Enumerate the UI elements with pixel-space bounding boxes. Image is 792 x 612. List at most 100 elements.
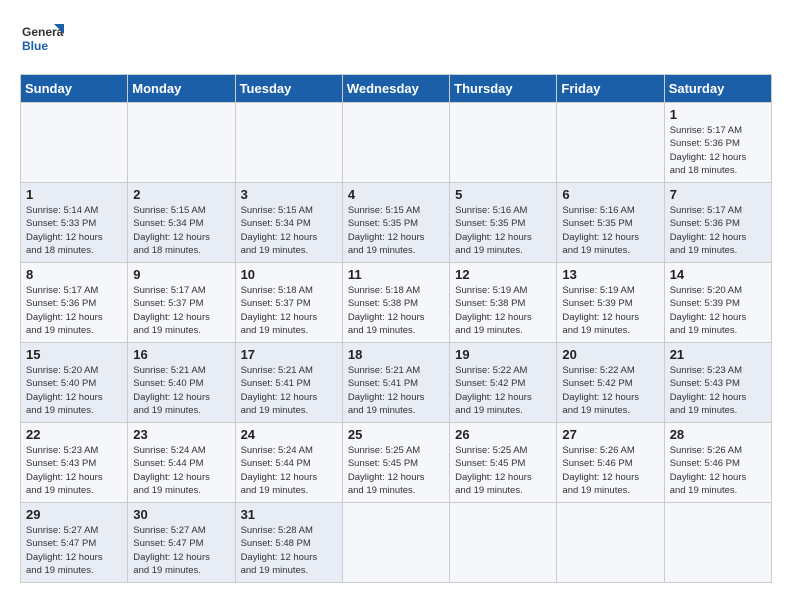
calendar-week-row: 1Sunrise: 5:14 AM Sunset: 5:33 PM Daylig… xyxy=(21,183,772,263)
day-number: 29 xyxy=(26,507,122,522)
day-header-thursday: Thursday xyxy=(450,75,557,103)
day-number: 23 xyxy=(133,427,229,442)
day-number: 19 xyxy=(455,347,551,362)
calendar-cell: 9 Sunrise: 5:17 AM Sunset: 5:37 PM Daylig… xyxy=(128,263,235,343)
day-number: 30 xyxy=(133,507,229,522)
calendar-cell: 31 Sunrise: 5:28 AM Sunset: 5:48 PM Dayli… xyxy=(235,503,342,583)
day-info: Sunrise: 5:18 AM Sunset: 5:37 PM Dayligh… xyxy=(241,284,337,337)
calendar-cell: 1Sunrise: 5:17 AM Sunset: 5:36 PM Daylig… xyxy=(664,103,771,183)
calendar-cell xyxy=(557,503,664,583)
day-header-sunday: Sunday xyxy=(21,75,128,103)
day-info: Sunrise: 5:15 AM Sunset: 5:35 PM Dayligh… xyxy=(348,204,444,257)
calendar-header-row: SundayMondayTuesdayWednesdayThursdayFrid… xyxy=(21,75,772,103)
calendar-cell: 30 Sunrise: 5:27 AM Sunset: 5:47 PM Dayli… xyxy=(128,503,235,583)
day-info: Sunrise: 5:16 AM Sunset: 5:35 PM Dayligh… xyxy=(562,204,658,257)
calendar-week-row: 8 Sunrise: 5:17 AM Sunset: 5:36 PM Daylig… xyxy=(21,263,772,343)
calendar-body: 1 Sunrise: 5:17 AM Sunset: 5:36 PM Daylig… xyxy=(21,103,772,583)
day-number: 25 xyxy=(348,427,444,442)
day-info: Sunrise: 5:17 AM Sunset: 5:37 PM Dayligh… xyxy=(133,284,229,337)
calendar-cell xyxy=(21,103,128,183)
calendar-cell: 29 Sunrise: 5:27 AM Sunset: 5:47 PM Dayli… xyxy=(21,503,128,583)
calendar-cell: 27 Sunrise: 5:26 AM Sunset: 5:46 PM Dayli… xyxy=(557,423,664,503)
day-header-tuesday: Tuesday xyxy=(235,75,342,103)
calendar-cell: 20 Sunrise: 5:22 AM Sunset: 5:42 PM Dayli… xyxy=(557,343,664,423)
calendar-cell: 11Sunrise: 5:18 AM Sunset: 5:38 PM Dayli… xyxy=(342,263,449,343)
day-number: 24 xyxy=(241,427,337,442)
day-info: Sunrise: 5:27 AM Sunset: 5:47 PM Dayligh… xyxy=(133,524,229,577)
calendar-cell: 22Sunrise: 5:23 AM Sunset: 5:43 PM Dayli… xyxy=(21,423,128,503)
day-number: 27 xyxy=(562,427,658,442)
calendar-cell xyxy=(128,103,235,183)
day-info: Sunrise: 5:20 AM Sunset: 5:39 PM Dayligh… xyxy=(670,284,766,337)
calendar-cell xyxy=(342,503,449,583)
logo-container: General Blue xyxy=(20,20,64,64)
calendar-cell: 1Sunrise: 5:14 AM Sunset: 5:33 PM Daylig… xyxy=(21,183,128,263)
day-number: 9 xyxy=(133,267,229,282)
day-info: Sunrise: 5:24 AM Sunset: 5:44 PM Dayligh… xyxy=(133,444,229,497)
calendar-cell: 19 Sunrise: 5:22 AM Sunset: 5:42 PM Dayli… xyxy=(450,343,557,423)
calendar-cell: 21Sunrise: 5:23 AM Sunset: 5:43 PM Dayli… xyxy=(664,343,771,423)
day-number: 26 xyxy=(455,427,551,442)
day-info: Sunrise: 5:25 AM Sunset: 5:45 PM Dayligh… xyxy=(348,444,444,497)
day-info: Sunrise: 5:19 AM Sunset: 5:38 PM Dayligh… xyxy=(455,284,551,337)
calendar-cell xyxy=(342,103,449,183)
calendar-cell xyxy=(450,503,557,583)
calendar-cell: 16Sunrise: 5:21 AM Sunset: 5:40 PM Dayli… xyxy=(128,343,235,423)
day-info: Sunrise: 5:17 AM Sunset: 5:36 PM Dayligh… xyxy=(670,204,766,257)
day-header-saturday: Saturday xyxy=(664,75,771,103)
day-number: 1 xyxy=(26,187,122,202)
day-number: 31 xyxy=(241,507,337,522)
day-info: Sunrise: 5:28 AM Sunset: 5:48 PM Dayligh… xyxy=(241,524,337,577)
day-info: Sunrise: 5:26 AM Sunset: 5:46 PM Dayligh… xyxy=(562,444,658,497)
day-info: Sunrise: 5:21 AM Sunset: 5:41 PM Dayligh… xyxy=(348,364,444,417)
calendar-cell xyxy=(235,103,342,183)
calendar-cell: 4Sunrise: 5:15 AM Sunset: 5:35 PM Daylig… xyxy=(342,183,449,263)
day-info: Sunrise: 5:22 AM Sunset: 5:42 PM Dayligh… xyxy=(455,364,551,417)
day-info: Sunrise: 5:21 AM Sunset: 5:41 PM Dayligh… xyxy=(241,364,337,417)
day-number: 2 xyxy=(133,187,229,202)
day-number: 3 xyxy=(241,187,337,202)
calendar-cell: 13 Sunrise: 5:19 AM Sunset: 5:39 PM Dayli… xyxy=(557,263,664,343)
day-number: 20 xyxy=(562,347,658,362)
day-info: Sunrise: 5:15 AM Sunset: 5:34 PM Dayligh… xyxy=(133,204,229,257)
calendar-week-row: 29 Sunrise: 5:27 AM Sunset: 5:47 PM Dayli… xyxy=(21,503,772,583)
calendar-cell: 5 Sunrise: 5:16 AM Sunset: 5:35 PM Daylig… xyxy=(450,183,557,263)
day-info: Sunrise: 5:22 AM Sunset: 5:42 PM Dayligh… xyxy=(562,364,658,417)
calendar-cell: 23 Sunrise: 5:24 AM Sunset: 5:44 PM Dayli… xyxy=(128,423,235,503)
day-number: 8 xyxy=(26,267,122,282)
day-header-wednesday: Wednesday xyxy=(342,75,449,103)
day-info: Sunrise: 5:17 AM Sunset: 5:36 PM Dayligh… xyxy=(26,284,122,337)
calendar-cell xyxy=(450,103,557,183)
calendar-cell: 25 Sunrise: 5:25 AM Sunset: 5:45 PM Dayli… xyxy=(342,423,449,503)
day-header-monday: Monday xyxy=(128,75,235,103)
calendar-cell: 15Sunrise: 5:20 AM Sunset: 5:40 PM Dayli… xyxy=(21,343,128,423)
calendar-table: SundayMondayTuesdayWednesdayThursdayFrid… xyxy=(20,74,772,583)
day-number: 13 xyxy=(562,267,658,282)
day-number: 10 xyxy=(241,267,337,282)
day-number: 5 xyxy=(455,187,551,202)
day-number: 6 xyxy=(562,187,658,202)
calendar-cell: 26Sunrise: 5:25 AM Sunset: 5:45 PM Dayli… xyxy=(450,423,557,503)
day-info: Sunrise: 5:17 AM Sunset: 5:36 PM Dayligh… xyxy=(670,124,766,177)
day-number: 18 xyxy=(348,347,444,362)
calendar-cell: 7 Sunrise: 5:17 AM Sunset: 5:36 PM Daylig… xyxy=(664,183,771,263)
calendar-cell: 8 Sunrise: 5:17 AM Sunset: 5:36 PM Daylig… xyxy=(21,263,128,343)
svg-text:Blue: Blue xyxy=(22,39,48,53)
day-info: Sunrise: 5:27 AM Sunset: 5:47 PM Dayligh… xyxy=(26,524,122,577)
day-info: Sunrise: 5:19 AM Sunset: 5:39 PM Dayligh… xyxy=(562,284,658,337)
day-info: Sunrise: 5:16 AM Sunset: 5:35 PM Dayligh… xyxy=(455,204,551,257)
day-number: 17 xyxy=(241,347,337,362)
day-info: Sunrise: 5:23 AM Sunset: 5:43 PM Dayligh… xyxy=(670,364,766,417)
day-info: Sunrise: 5:15 AM Sunset: 5:34 PM Dayligh… xyxy=(241,204,337,257)
day-number: 7 xyxy=(670,187,766,202)
calendar-cell: 18 Sunrise: 5:21 AM Sunset: 5:41 PM Dayli… xyxy=(342,343,449,423)
calendar-cell xyxy=(557,103,664,183)
calendar-cell: 24Sunrise: 5:24 AM Sunset: 5:44 PM Dayli… xyxy=(235,423,342,503)
calendar-cell: 2 Sunrise: 5:15 AM Sunset: 5:34 PM Daylig… xyxy=(128,183,235,263)
day-header-friday: Friday xyxy=(557,75,664,103)
logo-icon: General Blue xyxy=(20,20,64,64)
calendar-week-row: 1Sunrise: 5:17 AM Sunset: 5:36 PM Daylig… xyxy=(21,103,772,183)
calendar-cell: 3 Sunrise: 5:15 AM Sunset: 5:34 PM Daylig… xyxy=(235,183,342,263)
calendar-cell: 10 Sunrise: 5:18 AM Sunset: 5:37 PM Dayli… xyxy=(235,263,342,343)
calendar-cell: 6 Sunrise: 5:16 AM Sunset: 5:35 PM Daylig… xyxy=(557,183,664,263)
